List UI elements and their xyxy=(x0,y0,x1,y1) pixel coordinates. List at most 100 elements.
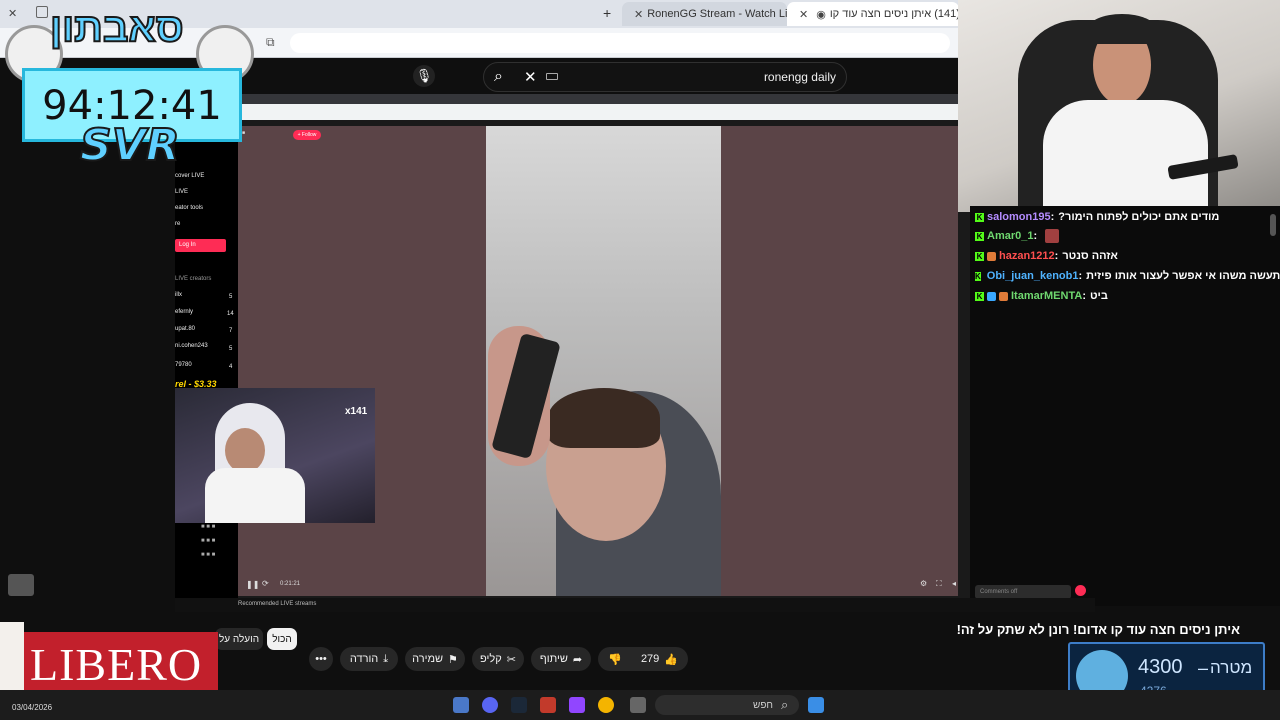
creator-item[interactable]: 79780 xyxy=(175,362,192,368)
like-button[interactable]: 279 👍 xyxy=(641,653,678,666)
audio-icon[interactable]: ◉ xyxy=(816,8,826,21)
follow-button[interactable]: + Follow xyxy=(293,130,321,140)
pause-icon[interactable]: ❚❚ xyxy=(246,580,259,589)
clear-search-icon[interactable]: ✕ xyxy=(524,68,537,86)
chat-username[interactable]: salomon195 xyxy=(987,211,1051,223)
video-title: איתן ניסים חצה עוד קו אדום! רונן לא שתק … xyxy=(956,622,1240,637)
discord-icon[interactable] xyxy=(482,697,498,713)
creator-count: 14 xyxy=(227,311,234,317)
embedded-chat-lines: ■ ■ ■ ■ ■ ■ ■ ■ ■ xyxy=(201,524,216,558)
voice-search-icon[interactable]: 🎙 xyxy=(413,65,435,87)
emote-icon xyxy=(8,574,34,596)
download-button[interactable]: הורדה ⤓ xyxy=(340,647,398,671)
sword-badge-icon xyxy=(987,251,996,261)
gem-badge-icon xyxy=(987,291,996,301)
save-label: שמירה xyxy=(412,653,444,665)
taskbar-date: 03/04/2026 xyxy=(12,703,53,712)
tab-square-icon[interactable] xyxy=(36,6,48,18)
app-icon[interactable] xyxy=(540,697,556,713)
clip-button[interactable]: קליפ ✂ xyxy=(472,647,524,671)
creator-count: 5 xyxy=(229,294,233,300)
creators-heading: LIVE creators xyxy=(175,276,212,282)
like-count: 279 xyxy=(640,652,660,665)
chat-username[interactable]: Amar0_1 xyxy=(987,230,1033,242)
steam-icon[interactable] xyxy=(511,697,527,713)
live-stream-video xyxy=(486,126,721,596)
bookmark-icon: ⚑ xyxy=(448,653,458,666)
creator-item[interactable]: ni.cohen243 xyxy=(175,343,208,349)
chat-comments-off: Comments off xyxy=(975,585,1071,599)
chat-separator: : xyxy=(1054,250,1059,262)
tab-youtube-video[interactable]: ✕ ◉ (141) איתן ניסים חצה עוד קו xyxy=(787,2,959,26)
live-chat xyxy=(970,206,1280,606)
chat-text: אזהה סנטר xyxy=(1062,250,1118,262)
creator-item[interactable]: upat.80 xyxy=(175,326,195,332)
kick-badge-icon: K xyxy=(975,271,981,281)
new-tab-icon[interactable]: + xyxy=(603,5,611,21)
keyboard-icon[interactable] xyxy=(546,73,558,80)
obs-icon[interactable] xyxy=(569,697,585,713)
search-input[interactable]: ⌕ ✕ ronengg daily xyxy=(483,62,847,92)
kick-badge-icon: K xyxy=(975,251,984,261)
chat-text: ביט xyxy=(1089,290,1108,302)
creator-item[interactable]: efernly xyxy=(175,309,193,315)
tag-label: SVR xyxy=(79,119,181,172)
more-icon: ••• xyxy=(315,653,327,665)
calculator-icon[interactable] xyxy=(453,697,469,713)
search-icon[interactable]: ⌕ xyxy=(494,68,503,86)
chat-text: מודים אתם יכולים לפתוח הימור? xyxy=(1058,211,1220,223)
share-button[interactable]: שיתוף ➦ xyxy=(531,647,591,671)
chip-uploaded[interactable]: הועלה על xyxy=(215,628,263,650)
taskbar-search[interactable]: חפש xyxy=(655,695,799,715)
settings-icon[interactable]: ⚙ xyxy=(920,579,927,588)
download-label: הורדה xyxy=(349,653,379,665)
chat-separator: : xyxy=(1082,290,1086,302)
url-field[interactable] xyxy=(290,33,950,53)
volume-icon[interactable]: ◂ xyxy=(952,579,956,588)
share-label: שיתוף xyxy=(539,653,568,665)
kick-badge-icon: K xyxy=(975,291,984,301)
chat-username[interactable]: hazan1212 xyxy=(999,250,1055,262)
creator-item[interactable]: illx xyxy=(175,292,182,298)
chat-message: Khazan1212 : אזהה סנטר xyxy=(975,247,1275,265)
fullscreen-icon[interactable]: ⛶ xyxy=(936,579,942,589)
subathon-logo: סאבתון xyxy=(49,5,185,51)
tab-title: (141) איתן ניסים חצה עוד קו xyxy=(829,8,959,20)
goal-dash: – xyxy=(1198,658,1209,678)
tab-title: RonenGG Stream - Watch Live xyxy=(647,8,787,20)
chat-text: לא תעשה משהו אי אפשר לעצור אותו פיזית xyxy=(1086,270,1280,282)
sidebar-item[interactable]: eator tools xyxy=(175,205,203,211)
close-icon[interactable]: ✕ xyxy=(634,8,643,21)
chrome-icon[interactable] xyxy=(598,697,614,713)
more-actions-button[interactable]: ••• xyxy=(309,647,333,671)
sidebar-item[interactable]: LIVE xyxy=(175,189,188,195)
creator-count: 5 xyxy=(229,346,233,352)
streamer-handle: ■ xyxy=(242,130,246,136)
chat-username[interactable]: Obi_juan_kenob1 xyxy=(987,270,1079,282)
streamer-webcam xyxy=(958,0,1280,212)
scissors-icon: ✂ xyxy=(506,653,516,666)
goal-target: 4300 xyxy=(1138,656,1183,678)
refresh-icon[interactable]: ⟳ xyxy=(262,579,269,588)
windows-start-icon[interactable] xyxy=(808,697,824,713)
like-dislike-group: 👎 279 👍 xyxy=(598,647,688,671)
chat-message: K Obi_juan_kenob1 : לא תעשה משהו אי אפשר ל… xyxy=(975,267,1280,285)
chat-username[interactable]: ItamarMENTA xyxy=(1011,290,1082,302)
kick-badge-icon: K xyxy=(975,212,984,222)
tab-close-icon[interactable]: ✕ xyxy=(8,7,17,20)
close-icon[interactable]: ✕ xyxy=(799,8,808,21)
sidebar-item[interactable]: cover LIVE xyxy=(175,173,204,179)
window-icon[interactable] xyxy=(630,697,646,713)
tab-ronengg-stream[interactable]: ✕ RonenGG Stream - Watch Live xyxy=(622,2,787,26)
search-value: ronengg daily xyxy=(763,70,836,84)
heart-icon[interactable] xyxy=(1075,585,1086,596)
cast-icon[interactable]: ⧉ xyxy=(266,35,275,50)
chat-separator: : xyxy=(1033,230,1038,242)
dislike-icon[interactable]: 👎 xyxy=(608,653,622,666)
login-button[interactable]: Log In xyxy=(175,239,226,252)
chip-all[interactable]: הכול xyxy=(267,628,297,650)
save-button[interactable]: שמירה ⚑ xyxy=(405,647,465,671)
sidebar-item[interactable]: re xyxy=(175,221,180,227)
chat-separator: : xyxy=(1078,270,1083,282)
face-shape xyxy=(225,428,265,473)
